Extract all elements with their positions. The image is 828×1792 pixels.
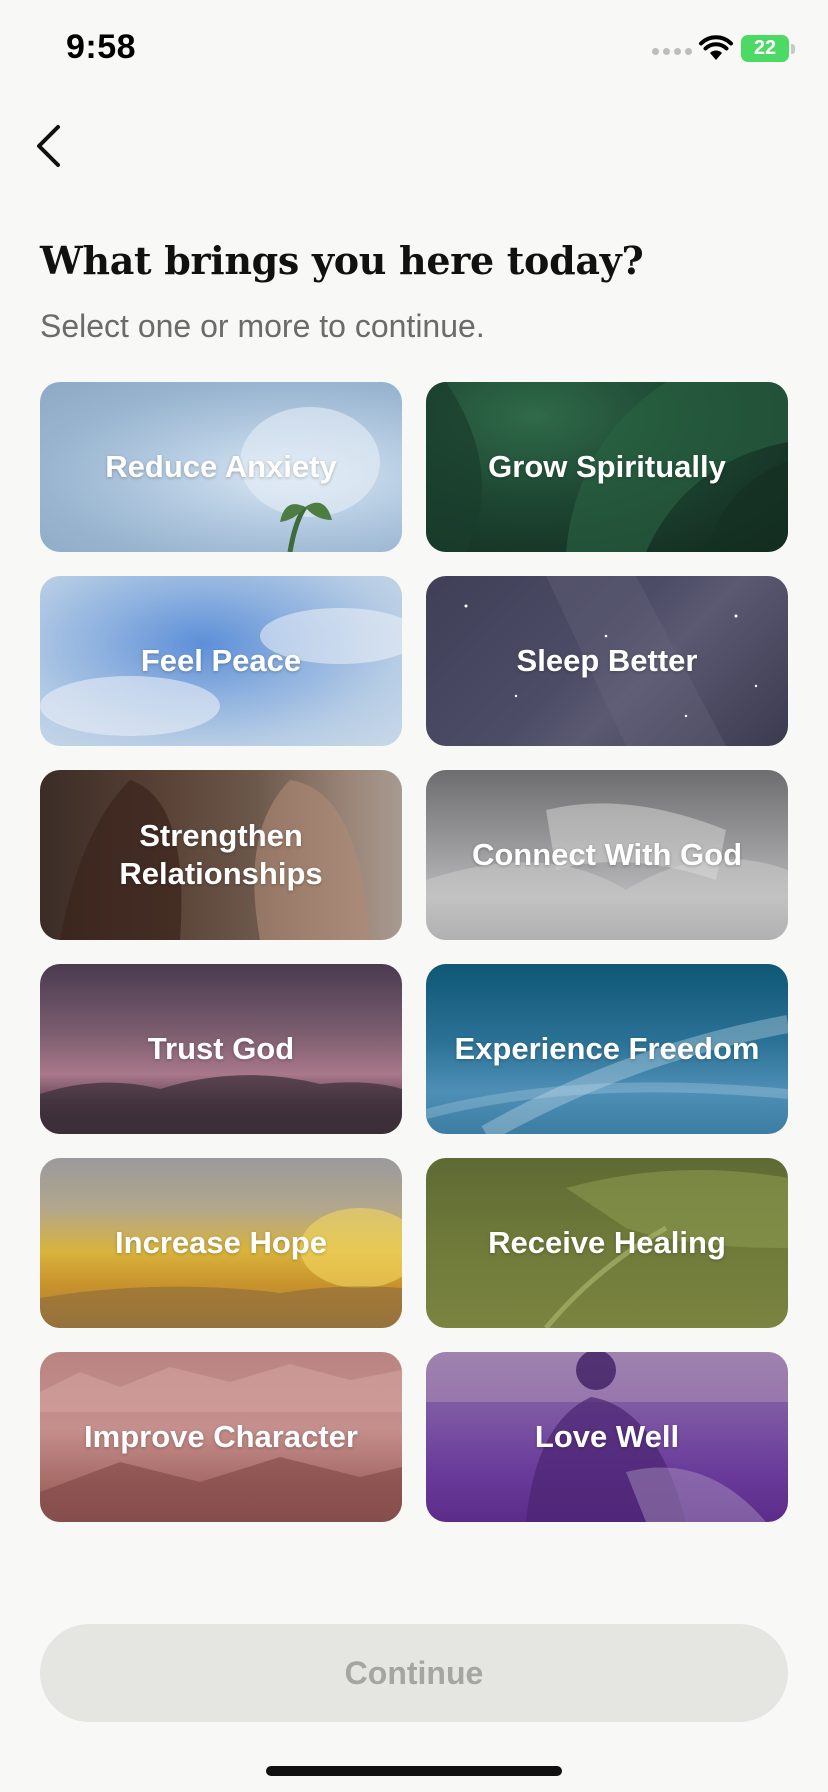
home-indicator bbox=[266, 1766, 562, 1776]
cellular-signal-icon bbox=[652, 48, 692, 55]
status-bar: 9:58 22 bbox=[0, 0, 828, 100]
page-subtitle: Select one or more to continue. bbox=[40, 308, 485, 344]
option-label: Reduce Anxiety bbox=[105, 449, 337, 484]
option-trust-god[interactable]: Trust God bbox=[40, 964, 402, 1134]
option-label: Grow Spiritually bbox=[488, 449, 726, 484]
option-label: Connect With God bbox=[471, 837, 743, 872]
status-time: 9:58 bbox=[66, 28, 137, 66]
option-label: Increase Hope bbox=[115, 1225, 327, 1260]
option-experience-freedom[interactable]: Experience Freedom bbox=[426, 964, 788, 1134]
option-improve-character[interactable]: Improve Character bbox=[40, 1352, 402, 1522]
option-label: Experience Freedom bbox=[454, 1031, 760, 1066]
option-label: Receive Healing bbox=[488, 1225, 726, 1260]
chevron-left-icon bbox=[37, 125, 60, 167]
option-reduce-anxiety[interactable]: Reduce Anxiety bbox=[40, 382, 402, 552]
option-strengthen-relationships[interactable]: Strengthen Relationships bbox=[40, 770, 402, 940]
option-label: Strengthen Relationships bbox=[119, 818, 323, 891]
option-sleep-better[interactable]: Sleep Better bbox=[426, 576, 788, 746]
option-feel-peace[interactable]: Feel Peace bbox=[40, 576, 402, 746]
option-label: Sleep Better bbox=[516, 643, 698, 678]
option-label: Love Well bbox=[534, 1419, 680, 1454]
option-label: Trust God bbox=[147, 1031, 295, 1066]
battery-cap bbox=[791, 44, 795, 54]
wifi-icon bbox=[699, 35, 733, 60]
option-connect-with-god[interactable]: Connect With God bbox=[426, 770, 788, 940]
option-love-well[interactable]: Love Well bbox=[426, 1352, 788, 1522]
battery-level: 22 bbox=[753, 37, 777, 59]
option-receive-healing[interactable]: Receive Healing bbox=[426, 1158, 788, 1328]
back-button[interactable] bbox=[28, 120, 68, 172]
continue-button[interactable]: Continue bbox=[40, 1624, 788, 1722]
option-label: Feel Peace bbox=[140, 643, 302, 678]
options-grid: Reduce Anxiety Grow Spiritually Feel Pea… bbox=[40, 382, 788, 1522]
battery-icon: 22 bbox=[741, 35, 789, 62]
option-increase-hope[interactable]: Increase Hope bbox=[40, 1158, 402, 1328]
option-grow-spiritually[interactable]: Grow Spiritually bbox=[426, 382, 788, 552]
option-label: Improve Character bbox=[84, 1419, 358, 1454]
page-title: What brings you here today? bbox=[40, 238, 644, 283]
